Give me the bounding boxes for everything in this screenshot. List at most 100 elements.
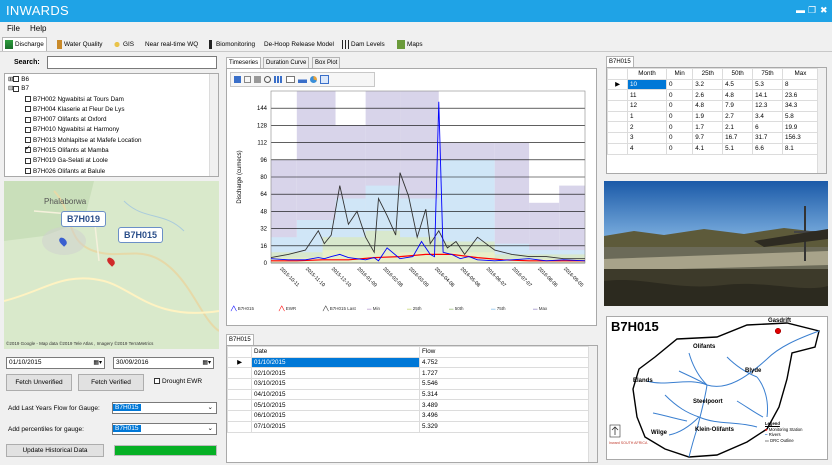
biomonitoring-icon xyxy=(207,39,214,49)
gauge-callout-b7h015[interactable]: B7H015 xyxy=(118,227,164,243)
search-input[interactable] xyxy=(47,56,217,69)
tab-de-hoop-release-model[interactable]: De-Hoop Release Model xyxy=(262,37,336,51)
monthly-table-scrollbar[interactable] xyxy=(817,68,826,173)
checkbox[interactable] xyxy=(13,85,20,92)
table-row[interactable]: 03/10/2015 5.546 xyxy=(227,378,589,390)
maximize-icon[interactable]: ❐ xyxy=(808,5,816,16)
tree-node-b7[interactable]: ⊟ B7 xyxy=(5,84,218,94)
table-row[interactable]: 2 0 1.7 2.1 6 19.9 xyxy=(607,121,820,134)
checkbox[interactable] xyxy=(13,76,20,83)
location-map[interactable]: Phalaborwa B7H019 B7H015 ©2019 Google - … xyxy=(4,181,219,349)
color-palette-icon[interactable] xyxy=(310,76,317,83)
x-tick-label: 2016-03-09 xyxy=(407,266,429,288)
table-row[interactable]: 12 0 4.8 7.9 12.3 34.3 xyxy=(607,100,820,112)
last-year-gauge-select[interactable]: B7H015 ⌄ xyxy=(112,402,217,414)
table-icon[interactable] xyxy=(274,76,283,83)
checkbox[interactable] xyxy=(25,95,31,102)
calendar-dropdown-icon[interactable]: ▦▾ xyxy=(93,358,102,368)
y-tick-label: 128 xyxy=(257,123,268,129)
fetch-verified-button[interactable]: Fetch Verified xyxy=(78,374,144,391)
y-tick-label: 80 xyxy=(260,175,267,181)
table-row[interactable]: 07/10/2015 5.329 xyxy=(227,420,589,433)
gauge-callout-b7h019[interactable]: B7H019 xyxy=(61,211,107,227)
tree-item-b7h026[interactable]: B7H026 Olifants at Balule xyxy=(5,167,218,176)
tree-item-b7h007[interactable]: B7H007 Olifants at Oxford xyxy=(5,115,218,125)
tree-item-b7h004[interactable]: B7H004 Klaserie at Fleur De Lys xyxy=(5,105,218,115)
x-tick-label: 2016-06-07 xyxy=(485,266,507,288)
map-town-label: Phalaborwa xyxy=(44,197,87,206)
checkbox[interactable] xyxy=(25,157,31,164)
table-row[interactable]: 05/10/2015 3.489 xyxy=(227,399,589,412)
flow-table-scrollbar[interactable] xyxy=(588,346,597,462)
outline-box-icon: ▭ xyxy=(765,437,769,443)
table-row[interactable]: ▶ 10 0 3.2 4.5 5.3 8 xyxy=(607,78,820,91)
tab-near-realtime-wq[interactable]: Near real-time WQ xyxy=(143,37,200,51)
photo-canvas xyxy=(604,181,828,306)
place-gasdrift: Gasdrift xyxy=(768,318,792,324)
tree-item-b7h010[interactable]: B7H010 Ngwabitsi at Harmony xyxy=(5,125,218,135)
checkbox[interactable] xyxy=(25,137,31,144)
tree-item-b7h015[interactable]: B7H015 Olifants at Mamba xyxy=(5,144,218,156)
bar-chart-icon[interactable] xyxy=(298,76,307,83)
tab-biomonitoring[interactable]: Biomonitoring xyxy=(205,37,257,51)
copy-icon[interactable] xyxy=(244,76,251,83)
calendar-dropdown-icon[interactable]: ▦▾ xyxy=(202,358,211,368)
percentiles-gauge-select[interactable]: B7H015 ⌄ xyxy=(112,423,217,435)
start-date-picker[interactable]: 01/10/2015 ▦▾ xyxy=(6,357,105,369)
tree-scrollbar[interactable] xyxy=(209,74,218,176)
chart-toolbar xyxy=(230,72,375,87)
tab-water-quality[interactable]: Water Quality xyxy=(55,37,104,51)
tab-discharge[interactable]: Discharge xyxy=(2,37,47,51)
checkbox-checked[interactable] xyxy=(25,144,31,154)
gauge-tree: ⊞ B6 ⊟ B7 B7H002 Ngwabitsi at Tours Dam B7… xyxy=(4,73,219,177)
legend-50th: ▬ 50th xyxy=(449,306,464,311)
checkbox[interactable] xyxy=(25,126,31,133)
drought-ewr-option[interactable]: Drought EWR xyxy=(154,378,202,385)
discharge-icon xyxy=(5,40,13,49)
zoom-icon[interactable] xyxy=(264,76,271,83)
maps-icon xyxy=(397,39,405,49)
y-tick-label: 48 xyxy=(260,209,267,215)
update-historical-button[interactable]: Update Historical Data xyxy=(6,444,104,457)
legend-max: ▬ Max xyxy=(533,306,548,311)
minimize-icon[interactable]: ▬ xyxy=(796,5,805,15)
table-row[interactable]: 04/10/2015 5.314 xyxy=(227,388,589,401)
table-row[interactable]: 02/10/2015 1.727 xyxy=(227,367,589,380)
chevron-down-icon: ⌄ xyxy=(207,425,213,432)
print-icon[interactable] xyxy=(254,76,261,83)
checkbox[interactable] xyxy=(25,106,31,113)
place-steelpoort: Steelpoort xyxy=(693,399,723,405)
table-row[interactable]: ▶ 01/10/2015 4.752 xyxy=(227,356,589,369)
table-row[interactable]: 4 0 4.1 5.1 6.6 8.1 xyxy=(607,142,820,155)
checkbox[interactable] xyxy=(25,116,31,123)
flow-table-panel: Date Flow ▶ 01/10/2015 4.752 02/10/2015 1.72… xyxy=(226,345,598,463)
discharge-chart: 0 16 32 48 64 80 96 112 128 144 Discharge (cumecs)… xyxy=(237,90,586,289)
end-date-picker[interactable]: 30/09/2016 ▦▾ xyxy=(113,357,214,369)
tab-maps[interactable]: Maps xyxy=(395,37,425,51)
properties-icon[interactable] xyxy=(286,76,295,83)
tree-item-b7h002[interactable]: B7H002 Ngwabitsi at Tours Dam xyxy=(5,95,218,105)
place-elands: Elands xyxy=(633,378,653,384)
tree-item-b7h019[interactable]: B7H019 Ga-Selati at Loole xyxy=(5,156,218,166)
legend-toggle-icon[interactable] xyxy=(320,75,329,84)
tab-gis[interactable]: GIS xyxy=(111,37,136,51)
app-title: INWARDS xyxy=(6,3,70,18)
menu-help[interactable]: Help xyxy=(30,24,46,33)
checkbox[interactable] xyxy=(154,378,160,385)
table-row[interactable]: 1 0 1.9 2.7 3.4 5.8 xyxy=(607,110,820,123)
close-icon[interactable]: ✖ xyxy=(820,5,828,16)
checkbox[interactable] xyxy=(25,168,31,174)
place-olifants: Olifants xyxy=(693,344,716,350)
save-icon[interactable] xyxy=(234,76,241,83)
legend-75th: ▬ 75th xyxy=(491,306,506,311)
tree-item-b7h013[interactable]: B7H013 Mohlapitse at Mafefe Location xyxy=(5,136,218,146)
x-tick-label: 2016-05-08 xyxy=(459,266,481,288)
menu-file[interactable]: File xyxy=(7,24,20,33)
table-row[interactable]: 06/10/2015 3.496 xyxy=(227,410,589,422)
place-wilge: Wilge xyxy=(651,430,667,436)
fetch-unverified-button[interactable]: Fetch Unverified xyxy=(6,374,72,391)
table-row[interactable]: 3 0 9.7 16.7 31.7 156.3 xyxy=(607,132,820,144)
table-row[interactable]: 11 0 2.6 4.8 14.1 23.6 xyxy=(607,89,820,102)
tab-dam-levels[interactable]: Dam Levels xyxy=(340,37,387,51)
x-tick-label: 2016-04-08 xyxy=(433,266,455,288)
